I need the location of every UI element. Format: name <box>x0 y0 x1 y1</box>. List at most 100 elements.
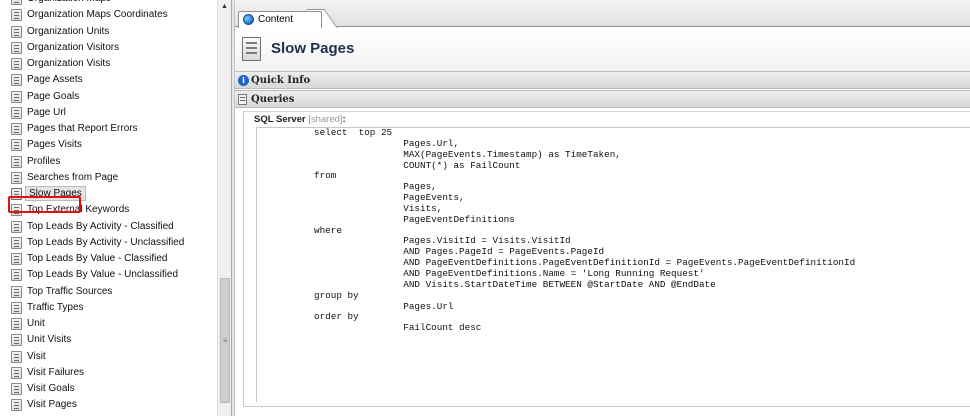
tree-item[interactable]: Organization Maps <box>0 0 217 7</box>
quick-info-section-header[interactable]: i Quick Info <box>235 71 970 89</box>
tree-item-label: Pages Visits <box>27 139 82 151</box>
tree-item-label: Top Leads By Activity - Classified <box>27 220 174 232</box>
tree-item-label: Searches from Page <box>27 171 119 183</box>
tree-item[interactable]: Top Leads By Value - Unclassified <box>0 267 217 283</box>
tree-item[interactable]: Traffic Types <box>0 300 217 316</box>
tree-item-label: Page Goals <box>27 90 80 102</box>
sql-query-editor[interactable]: select top 25 Pages.Url, MAX(PageEvents.… <box>256 127 970 402</box>
scroll-thumb[interactable]: ≡ <box>220 278 230 403</box>
tree-item-label: Visit Goals <box>27 383 75 394</box>
globe-icon <box>243 14 254 25</box>
tree-item[interactable]: Top Leads By Activity - Unclassified <box>0 235 217 251</box>
tree-item-label: Traffic Types <box>27 301 84 313</box>
content-pane: Content Slow Pages i Quick Info Queries … <box>235 0 970 416</box>
tree-item[interactable]: Unit <box>0 316 217 332</box>
quick-info-label: Quick Info <box>251 75 311 86</box>
report-icon <box>11 253 22 265</box>
info-icon: i <box>238 75 249 86</box>
report-icon <box>11 285 22 298</box>
tree-item[interactable]: Visit Goals <box>0 381 217 397</box>
report-icon <box>11 106 22 119</box>
report-icon <box>11 155 22 168</box>
report-icon <box>11 220 22 233</box>
tree-item[interactable]: Searches from Page <box>0 170 217 186</box>
queries-label: Queries <box>251 94 295 105</box>
tree-item-label: Visit Failures <box>27 366 85 378</box>
tree-item-label: Unit Visits <box>27 334 72 346</box>
tab-content[interactable]: Content <box>238 11 322 28</box>
tree-item-label: Profiles <box>27 155 61 167</box>
report-icon <box>11 0 22 5</box>
tab-strip: Content <box>235 0 970 28</box>
page-title: Slow Pages <box>271 40 355 57</box>
tree-item-label: Top Leads By Value - Classified <box>27 253 168 264</box>
tree-item-label: Unit <box>27 318 45 329</box>
tree-item[interactable]: Slow Pages <box>0 186 217 202</box>
tree-item-label: Organization Units <box>27 25 110 37</box>
report-icon <box>11 9 22 22</box>
tree-item-label: Pages that Report Errors <box>27 123 138 134</box>
tree-item[interactable]: Page Url <box>0 105 217 121</box>
query-label-suffix: : <box>342 114 346 125</box>
document-icon <box>238 94 247 105</box>
tree-item-label: Page Url <box>27 106 66 118</box>
tree-item-label: Top Leads By Activity - Unclassified <box>27 236 185 248</box>
tree-item-label: Slow Pages <box>25 186 86 201</box>
tree-item[interactable]: Top External Keywords <box>0 202 217 218</box>
report-icon <box>11 171 22 184</box>
tree-item[interactable]: Organization Visits <box>0 56 217 72</box>
page-header: Slow Pages <box>235 28 970 71</box>
report-icon <box>11 383 22 395</box>
tree-item-label: Organization Visits <box>27 58 111 69</box>
tree-item-label: Organization Maps <box>27 0 111 4</box>
sql-query-text: select top 25 Pages.Url, MAX(PageEvents.… <box>314 127 856 334</box>
tree-item[interactable]: Organization Units <box>0 24 217 40</box>
report-icon <box>11 318 22 330</box>
tree-item-label: Visit Pages <box>27 399 77 411</box>
report-icon <box>11 139 22 152</box>
report-icon <box>11 399 22 412</box>
tree-item[interactable]: Organization Maps Coordinates <box>0 7 217 23</box>
tree-item[interactable]: Top Leads By Activity - Classified <box>0 219 217 235</box>
report-icon <box>11 90 22 103</box>
report-icon <box>11 74 22 87</box>
report-icon <box>11 269 22 282</box>
report-icon <box>11 58 22 70</box>
tree-item[interactable]: Page Goals <box>0 89 217 105</box>
tree-item-label: Organization Maps Coordinates <box>27 9 168 21</box>
report-icon <box>11 236 22 249</box>
query-provider-label: SQL Server [shared]: <box>254 114 346 125</box>
tree-item[interactable]: Pages Visits <box>0 137 217 153</box>
query-provider-name: SQL Server <box>254 114 306 125</box>
report-icon <box>11 350 22 363</box>
tree-item-label: Page Assets <box>27 74 83 86</box>
tree-item-label: Organization Visitors <box>27 41 120 53</box>
tree-item[interactable]: Unit Visits <box>0 332 217 348</box>
tree-item[interactable]: Top Leads By Value - Classified <box>0 251 217 267</box>
report-icon <box>11 204 22 217</box>
tree-item[interactable]: Pages that Report Errors <box>0 121 217 137</box>
scroll-up-arrow-icon[interactable]: ▲ <box>218 0 231 13</box>
queries-section-header[interactable]: Queries <box>235 90 970 108</box>
tree-item[interactable]: Page Assets <box>0 72 217 88</box>
tree-item-label: Visit <box>27 350 46 362</box>
tree-item[interactable]: Profiles <box>0 154 217 170</box>
report-icon <box>11 41 22 54</box>
report-document-icon <box>242 37 261 61</box>
tree-item[interactable]: Visit <box>0 349 217 365</box>
tree-item[interactable]: Top Traffic Sources <box>0 284 217 300</box>
report-icon <box>11 366 22 379</box>
tree-item-label: Top Traffic Sources <box>27 285 113 297</box>
report-icon <box>11 25 22 38</box>
tree-item[interactable]: Visit Pages <box>0 397 217 413</box>
tree-item[interactable]: Organization Visitors <box>0 40 217 56</box>
report-tree-panel: Organization Maps Organization Maps Coord… <box>0 0 217 416</box>
tab-content-label: Content <box>258 14 294 25</box>
report-icon <box>11 301 22 314</box>
tree-item-label: Top Leads By Value - Unclassified <box>27 269 179 281</box>
query-box: SQL Server [shared]: select top 25 Pages… <box>243 111 970 407</box>
shared-tag: [shared] <box>308 114 343 125</box>
tree-scrollbar[interactable]: ▲ ≡ <box>217 0 231 416</box>
report-icon <box>11 188 22 200</box>
tree-item[interactable]: Visit Failures <box>0 365 217 381</box>
